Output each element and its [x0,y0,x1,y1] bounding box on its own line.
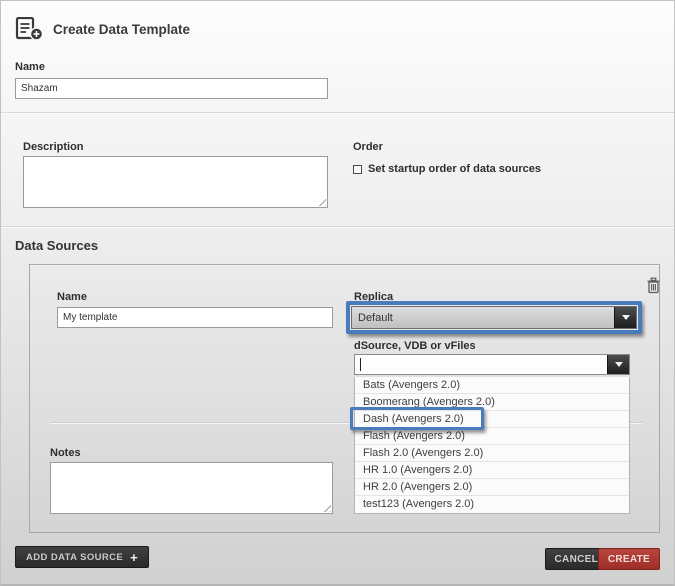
replica-dropdown-button[interactable] [614,307,636,328]
dsource-option[interactable]: HR 2.0 (Avengers 2.0) [355,479,629,496]
divider [1,112,675,114]
data-sources-heading: Data Sources [15,238,98,253]
name-label: Name [15,61,45,73]
plus-icon: + [130,550,138,565]
dsource-label: dSource, VDB or vFiles [354,340,476,352]
notes-field-wrap [50,462,333,514]
page-title: Create Data Template [53,22,190,37]
description-label: Description [23,141,84,153]
dsource-option[interactable]: Flash 2.0 (Avengers 2.0) [355,445,629,462]
notes-label: Notes [50,447,81,459]
add-data-source-button[interactable]: ADD DATA SOURCE + [15,546,149,568]
create-data-template-dialog: Create Data Template Name Description Or… [0,0,675,586]
create-button[interactable]: CREATE [598,548,660,570]
replica-selected-value: Default [352,312,614,324]
description-field-wrap [23,156,328,208]
startup-order-checkbox-label: Set startup order of data sources [368,163,541,175]
caret-down-icon [615,362,623,367]
startup-order-row: Set startup order of data sources [353,163,541,175]
source-name-input[interactable] [57,307,333,328]
dsource-option[interactable]: test123 (Avengers 2.0) [355,496,629,513]
dsource-dropdown-button[interactable] [607,355,629,374]
dsource-option[interactable]: Bats (Avengers 2.0) [355,377,629,394]
dsource-combobox[interactable] [354,354,630,375]
dsource-option-list: Bats (Avengers 2.0)Boomerang (Avengers 2… [354,377,630,514]
document-plus-icon [15,17,45,42]
annotation-replica-highlight: Default [346,301,642,334]
replica-select[interactable]: Default [351,306,637,329]
notes-textarea[interactable] [50,462,333,514]
startup-order-checkbox[interactable] [353,165,362,174]
caret-down-icon [622,315,630,320]
order-label: Order [353,141,383,153]
description-textarea[interactable] [23,156,328,208]
source-name-label: Name [57,291,87,303]
annotation-dash-highlight [350,407,484,430]
add-data-source-label: ADD DATA SOURCE [26,552,123,563]
template-name-input[interactable] [15,78,328,99]
trash-icon[interactable] [646,277,661,294]
dsource-option[interactable]: Flash (Avengers 2.0) [355,428,629,445]
text-cursor [360,358,361,371]
data-source-card: Name Replica Default dSource, VDB or vFi… [29,264,660,533]
dialog-header: Create Data Template [15,17,190,42]
dsource-option[interactable]: HR 1.0 (Avengers 2.0) [355,462,629,479]
divider [1,226,675,228]
